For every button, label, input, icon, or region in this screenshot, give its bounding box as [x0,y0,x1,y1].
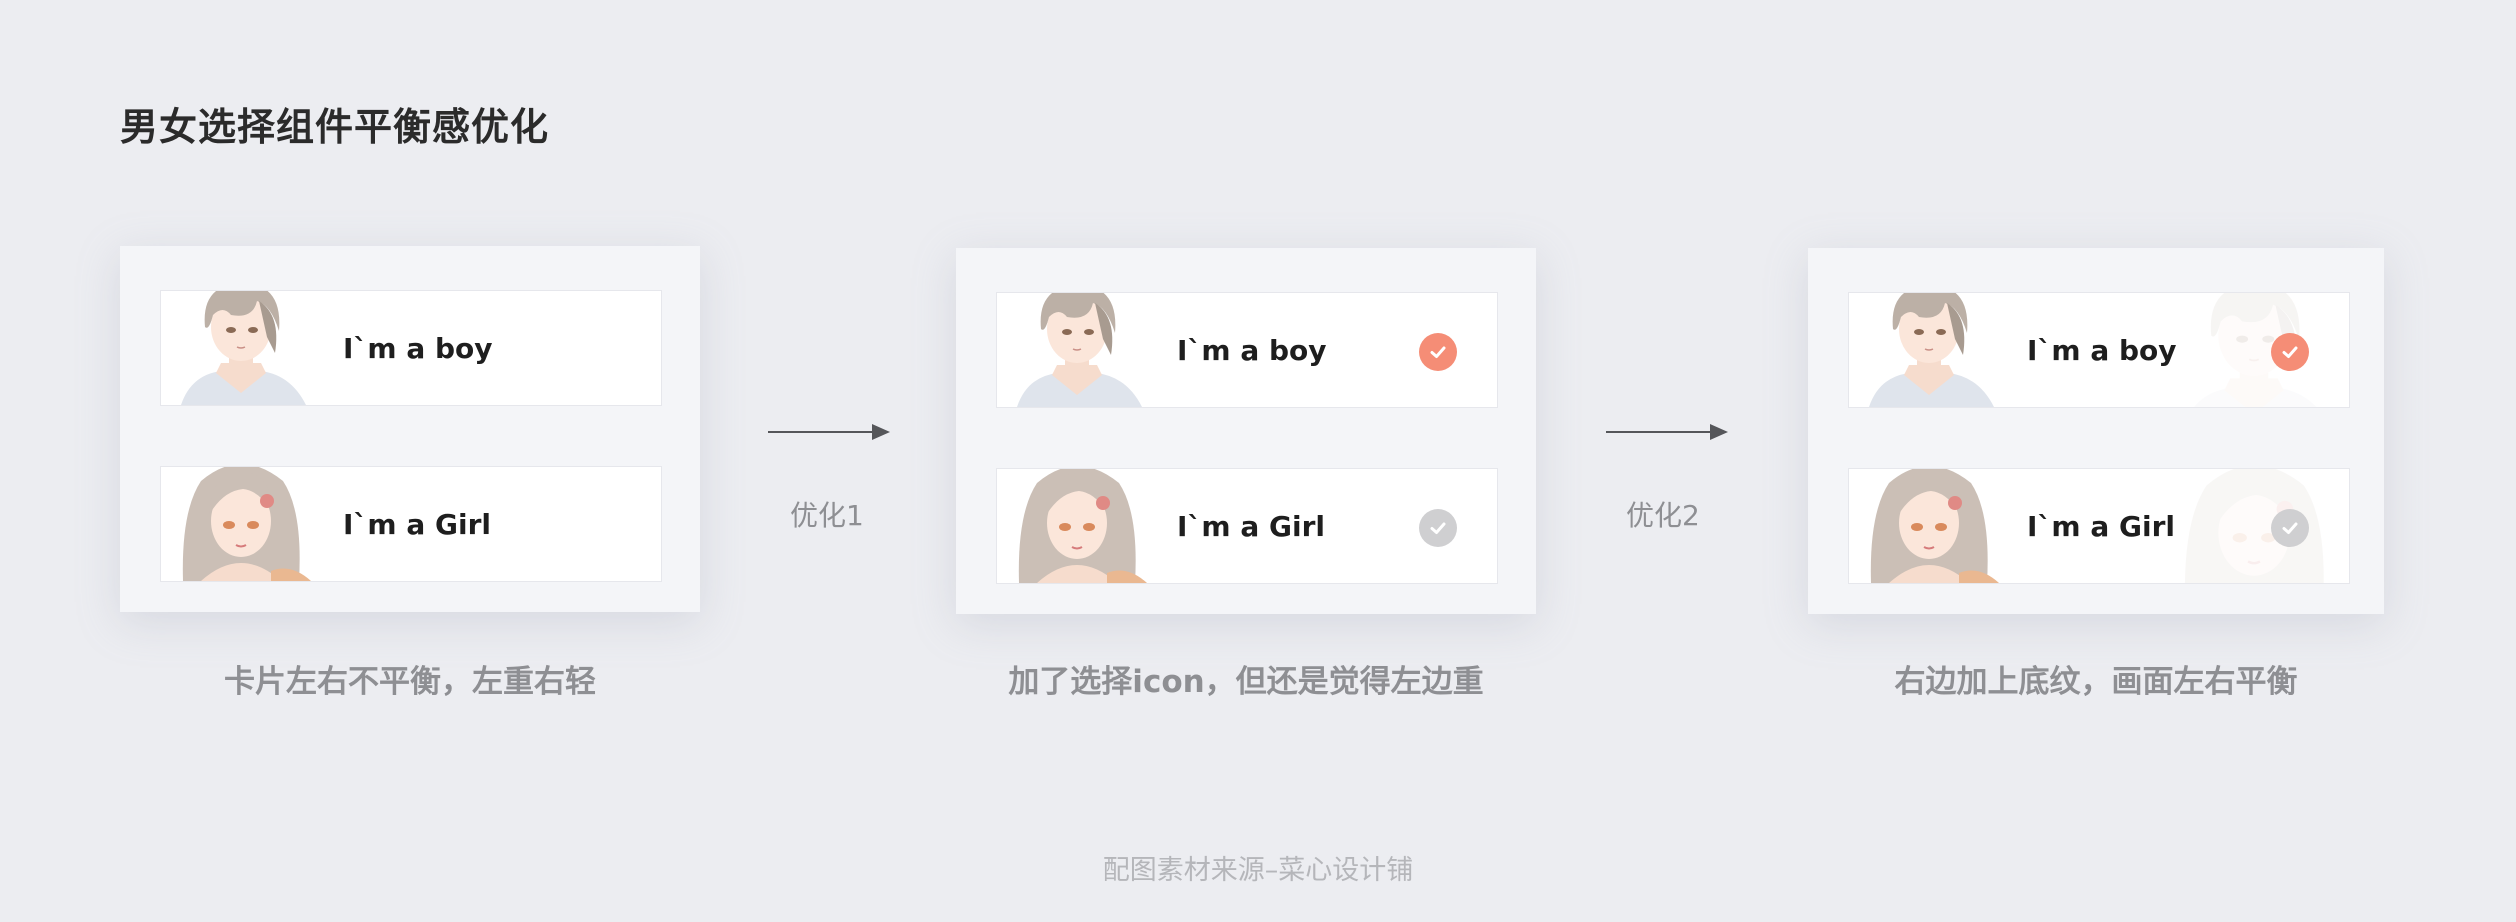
boy-texture-pattern [2159,293,2349,408]
boy-card-label: I`m a boy [1177,334,1327,367]
boy-card[interactable]: I`m a boy [1848,292,2350,408]
step1-caption: 卡片左右不平衡，左重右轻 [224,664,596,700]
arrow-right-icon [768,424,890,440]
boy-avatar-icon [1849,292,2009,407]
boy-card-label: I`m a boy [343,332,493,365]
check-selected-icon[interactable] [1419,333,1457,371]
boy-card[interactable]: I`m a boy [996,292,1498,408]
panel-original: I`m a boy I`m a Girl [120,246,700,612]
check-unselected-icon[interactable] [1419,509,1457,547]
boy-card-label: I`m a boy [2027,334,2177,367]
girl-card-label: I`m a Girl [343,508,491,541]
girl-card[interactable]: I`m a Girl [1848,468,2350,584]
boy-card[interactable]: I`m a boy [160,290,662,406]
girl-texture-pattern [2159,469,2349,584]
girl-avatar-icon [1849,468,2009,583]
arrow2-label: 优化2 [1626,499,1700,532]
source-credit: 配图素材来源–菜心设计铺 [1102,855,1414,886]
girl-card[interactable]: I`m a Girl [160,466,662,582]
step3-caption: 右边加上底纹，画面左右平衡 [1894,664,2298,700]
boy-avatar-icon [161,290,321,405]
girl-avatar-icon [161,466,321,581]
panel-optimized-1: I`m a boy I`m a Girl [956,248,1536,614]
arrow-right-icon [1606,424,1728,440]
girl-avatar-icon [997,468,1157,583]
check-selected-icon[interactable] [2271,333,2309,371]
arrow1-label: 优化1 [790,499,864,532]
boy-avatar-icon [997,292,1157,407]
page-title: 男女选择组件平衡感优化 [120,105,550,149]
girl-card[interactable]: I`m a Girl [996,468,1498,584]
check-unselected-icon[interactable] [2271,509,2309,547]
step2-caption: 加了选择icon，但还是觉得左边重 [1008,664,1484,700]
girl-card-label: I`m a Girl [1177,510,1325,543]
panel-optimized-2: I`m a boy I`m a Girl [1808,248,2384,614]
girl-card-label: I`m a Girl [2027,510,2175,543]
